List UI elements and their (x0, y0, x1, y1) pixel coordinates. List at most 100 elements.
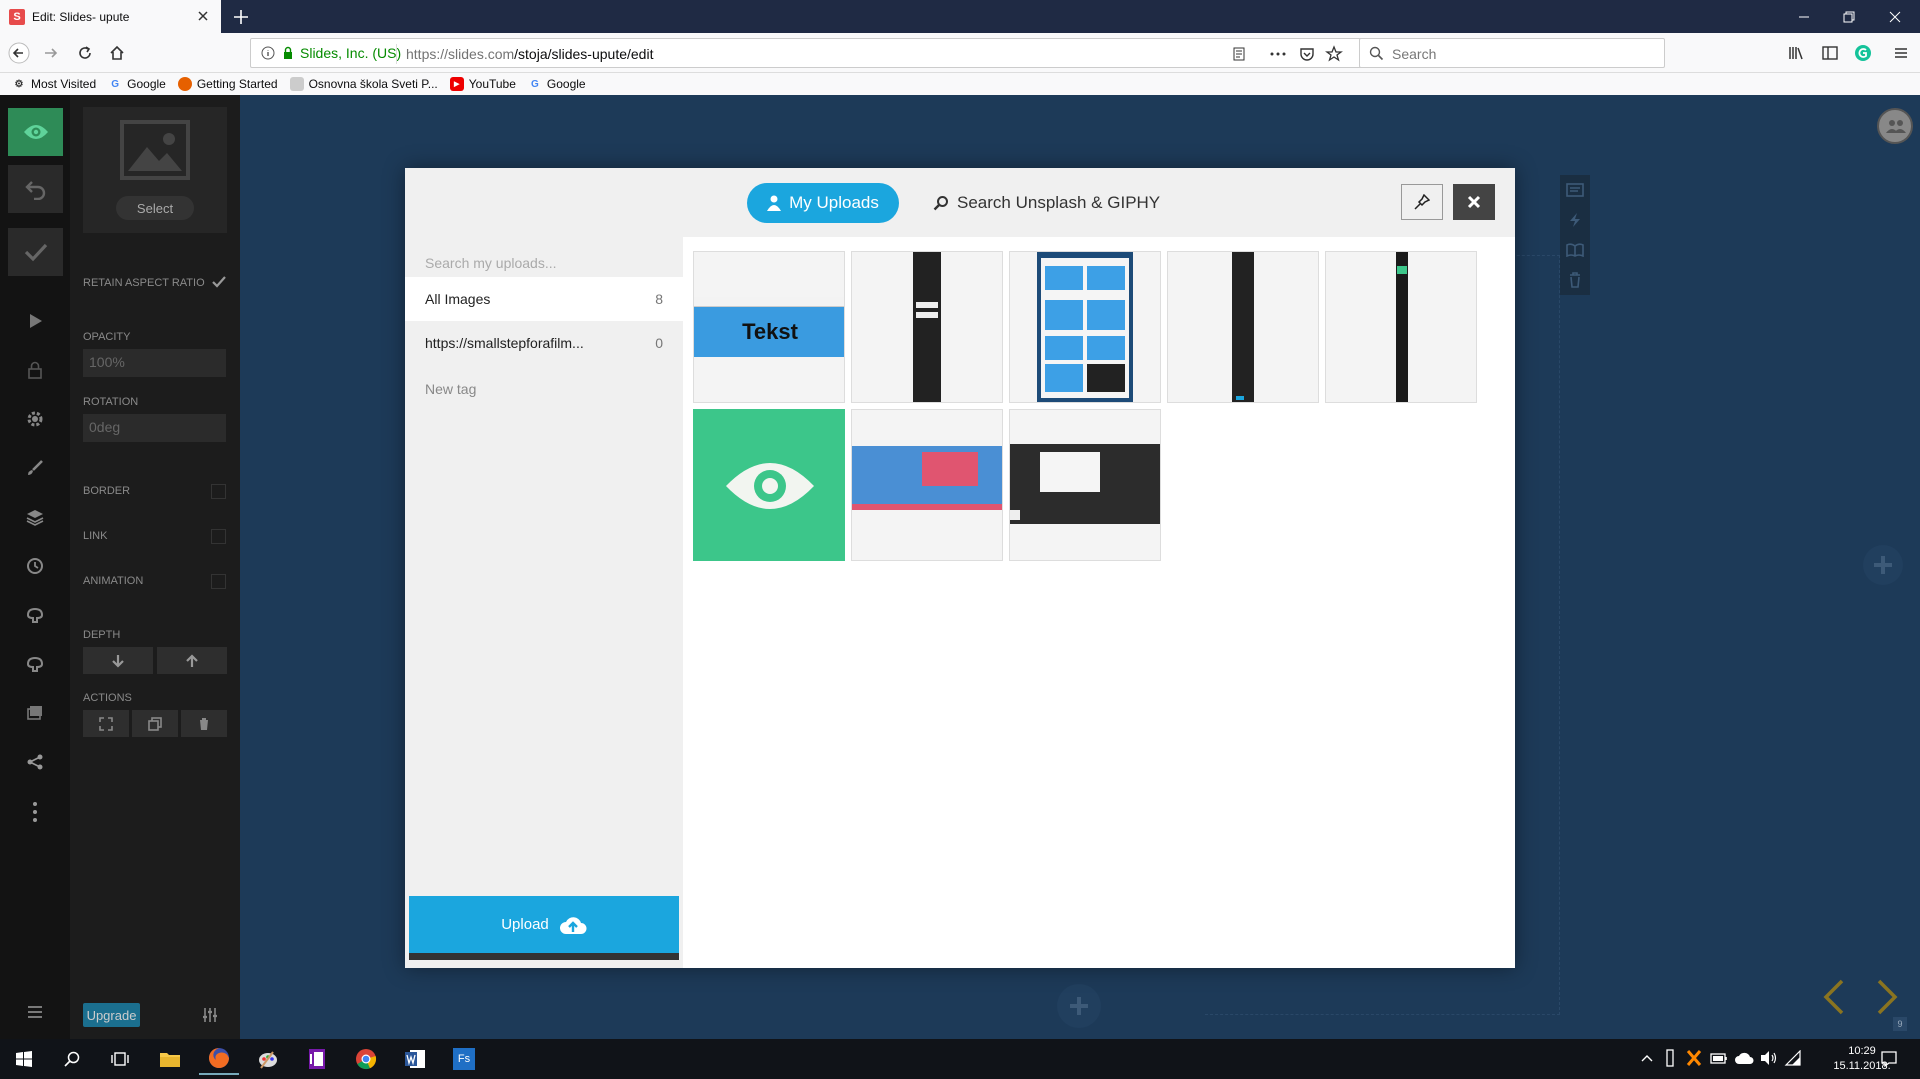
search-placeholder: Search (1392, 46, 1437, 62)
bookmark-getting-started[interactable]: Getting Started (177, 77, 278, 91)
gear-icon: ⚙ (14, 78, 24, 90)
thumb-cell (1087, 300, 1125, 330)
thumb-cell (1045, 336, 1083, 360)
thumb-canvas (1040, 452, 1100, 492)
chrome-icon (356, 1049, 377, 1070)
bookmark-google-2[interactable]: G Google (528, 77, 586, 91)
more-actions-icon[interactable] (1269, 46, 1287, 62)
tools-icon[interactable] (1686, 1049, 1702, 1067)
restore-icon[interactable] (1840, 8, 1858, 26)
grammarly-icon[interactable] (1852, 42, 1874, 64)
forward-icon[interactable] (40, 42, 62, 64)
firefox-button[interactable] (199, 1043, 239, 1075)
pin-icon (1414, 194, 1430, 210)
new-tag-button[interactable]: New tag (405, 367, 683, 411)
battery-icon[interactable] (1710, 1051, 1728, 1065)
close-tab-icon[interactable] (195, 8, 211, 24)
word-icon (405, 1050, 425, 1068)
thumb-card (922, 452, 978, 486)
new-tab-icon[interactable] (230, 6, 252, 28)
chrome-button[interactable] (346, 1043, 386, 1075)
onenote-button[interactable] (297, 1043, 337, 1075)
volume-icon[interactable] (1760, 1050, 1778, 1066)
wifi-icon[interactable] (1784, 1050, 1802, 1066)
user-icon (767, 195, 782, 211)
task-view-button[interactable] (100, 1043, 140, 1075)
tag-url[interactable]: https://smallstepforafilm... 0 (405, 321, 683, 365)
bookmarks-bar: ⚙ Most Visited G Google Getting Started Os… (0, 73, 1920, 95)
bookmark-most-visited[interactable]: ⚙ Most Visited (12, 77, 97, 91)
bookmark-star-icon[interactable] (1325, 45, 1343, 63)
bookmark-label: Google (546, 77, 586, 91)
fs-icon: Fs (453, 1048, 475, 1070)
thumb-cell (1045, 300, 1083, 330)
youtube-icon: ▶ (449, 77, 464, 91)
upload-thumbnail[interactable] (851, 409, 1003, 561)
usb-icon[interactable] (1664, 1049, 1676, 1067)
word-button[interactable] (395, 1043, 435, 1075)
thumb-strip (1232, 252, 1254, 402)
search-icon (933, 196, 948, 211)
upload-thumbnail[interactable] (693, 409, 845, 561)
thumb-cell (1087, 336, 1125, 360)
sidebar-toggle-icon[interactable] (1819, 42, 1841, 64)
firefox-icon (177, 77, 192, 91)
library-icon[interactable] (1785, 42, 1807, 64)
back-icon[interactable] (8, 42, 30, 64)
url-separator (396, 44, 397, 64)
file-explorer-button[interactable] (150, 1043, 190, 1075)
upload-thumbnail[interactable]: Tekst (693, 251, 845, 403)
thumb-toolbar (694, 297, 844, 307)
close-window-icon[interactable] (1886, 8, 1904, 26)
browser-search-box[interactable]: Search (1359, 38, 1665, 68)
fs-app-button[interactable]: Fs (444, 1043, 484, 1075)
school-icon (289, 77, 304, 91)
search-button[interactable] (52, 1043, 92, 1075)
upload-thumbnail[interactable] (1167, 251, 1319, 403)
upload-thumbnail[interactable] (851, 251, 1003, 403)
upload-button[interactable]: Upload (409, 896, 679, 960)
browser-tab-bar: S Edit: Slides- upute (0, 0, 1920, 33)
tab-search-unsplash[interactable]: Search Unsplash & GIPHY (933, 183, 1160, 223)
upload-thumbnail[interactable] (1009, 409, 1161, 561)
search-uploads-input[interactable]: Search my uploads... (425, 255, 557, 271)
tab-my-uploads[interactable]: My Uploads (747, 183, 899, 223)
minimize-icon[interactable] (1795, 8, 1813, 26)
pin-button[interactable] (1401, 184, 1443, 220)
uploads-sidebar: Search my uploads... All Images 8 https:… (405, 237, 683, 968)
browser-tab[interactable]: S Edit: Slides- upute (0, 0, 221, 33)
url-text[interactable]: https://slides.com/stoja/slides-upute/ed… (406, 46, 653, 62)
bookmark-label: Getting Started (196, 77, 278, 91)
close-modal-button[interactable] (1453, 184, 1495, 220)
folder-icon (160, 1053, 180, 1067)
bookmark-label: YouTube (468, 77, 516, 91)
eye-image-icon (726, 463, 814, 509)
upload-thumbnail[interactable] (1325, 251, 1477, 403)
reload-icon[interactable] (74, 42, 96, 64)
url-bar[interactable]: Slides, Inc. (US) https://slides.com/sto… (250, 38, 1364, 68)
site-identity[interactable]: Slides, Inc. (US) (261, 45, 401, 61)
thumb-text: Tekst (694, 307, 844, 357)
thumb-cell (1087, 364, 1125, 392)
thumb-marker (1397, 266, 1407, 274)
start-button[interactable] (4, 1043, 44, 1075)
notifications-icon[interactable] (1880, 1050, 1898, 1068)
close-icon (1467, 195, 1481, 209)
lock-icon (284, 46, 292, 59)
upload-thumbnail[interactable] (1009, 251, 1161, 403)
home-icon[interactable] (106, 42, 128, 64)
paint-button[interactable] (248, 1043, 288, 1075)
tab-search-unsplash-label: Search Unsplash & GIPHY (957, 193, 1161, 212)
reader-view-icon[interactable] (1231, 46, 1247, 62)
paint-icon (259, 1051, 277, 1069)
bookmark-google[interactable]: G Google (108, 77, 166, 91)
bookmark-school[interactable]: Osnovna škola Sveti P... (289, 77, 438, 91)
cloud-icon[interactable] (1734, 1051, 1754, 1065)
tag-all-images[interactable]: All Images 8 (405, 277, 683, 321)
menu-icon[interactable] (1890, 42, 1912, 64)
chevron-up-icon[interactable] (1640, 1053, 1654, 1063)
google-icon: G (531, 78, 539, 90)
bookmark-youtube[interactable]: ▶ YouTube (449, 77, 516, 91)
pocket-icon[interactable] (1299, 46, 1315, 62)
thumb-corner (1010, 510, 1020, 520)
